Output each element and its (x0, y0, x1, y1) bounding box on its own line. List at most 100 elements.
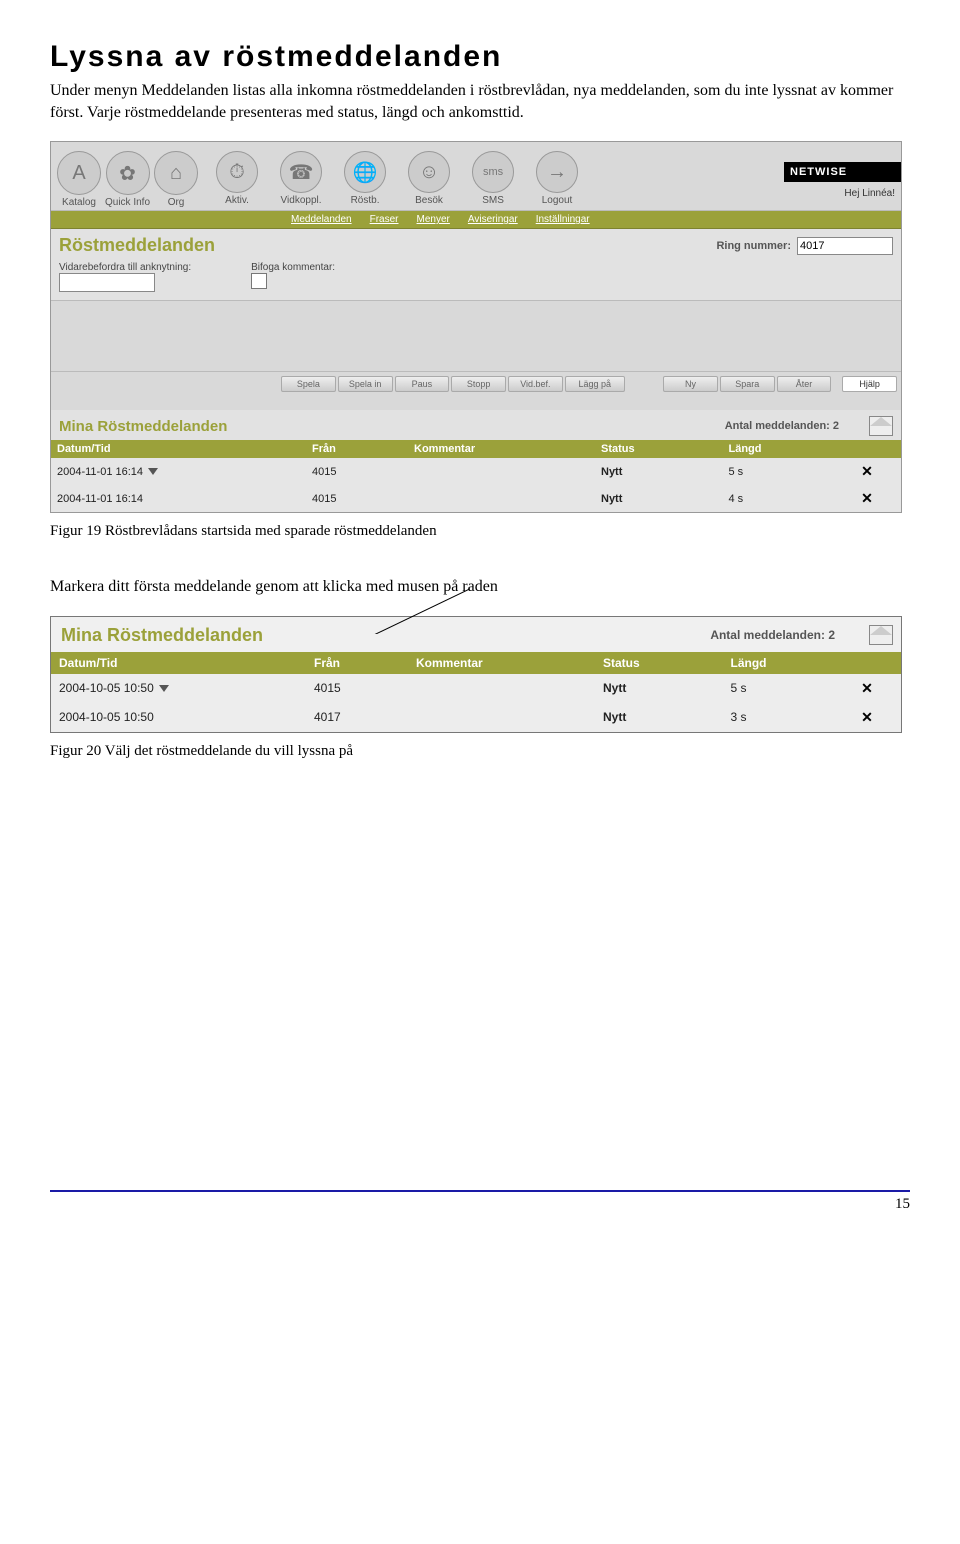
forward-ext-input[interactable] (59, 273, 155, 292)
btn-stopp[interactable]: Stopp (451, 376, 506, 392)
nav-quickinfo[interactable]: ✿ Quick Info (105, 151, 150, 208)
button-strip: Spela Spela in Paus Stopp Vid.bef. Lägg … (51, 372, 901, 410)
label: Quick Info (105, 197, 150, 208)
subnav-installningar[interactable]: Inställningar (536, 214, 590, 225)
section-title: Röstmeddelanden (59, 235, 215, 256)
attach-label: Bifoga kommentar: (251, 262, 335, 273)
attach-checkbox[interactable] (251, 273, 267, 289)
col-comment: Kommentar (408, 440, 595, 458)
org-icon: ⌂ (154, 151, 198, 195)
nav-vidkoppl[interactable]: ☎ Vidkoppl. (280, 151, 322, 206)
col-status: Status (595, 440, 723, 458)
empty-area (51, 301, 901, 372)
label: Logout (542, 195, 573, 206)
catalog-icon: A (57, 151, 101, 195)
nav-katalog[interactable]: A Katalog (57, 151, 101, 208)
ring-label: Ring nummer: (716, 240, 791, 252)
btn-spela-in[interactable]: Spela in (338, 376, 393, 392)
col-datetime: Datum/Tid (51, 652, 306, 674)
intro-paragraph: Under menyn Meddelanden listas alla inko… (50, 80, 910, 123)
btn-paus[interactable]: Paus (395, 376, 450, 392)
table-row[interactable]: 2004-10-05 10:50 4017 Nytt 3 s ✕ (51, 703, 901, 732)
subnav-meddelanden[interactable]: Meddelanden (291, 214, 352, 225)
subnav-fraser[interactable]: Fraser (370, 214, 399, 225)
brand-badge: NETWISE (784, 162, 901, 182)
cell-length: 5 s (723, 674, 834, 703)
btn-spara[interactable]: Spara (720, 376, 775, 392)
label: Katalog (62, 197, 96, 208)
cell-status: Nytt (595, 674, 723, 703)
table-row[interactable]: 2004-11-01 16:14 4015 Nytt 4 s ✕ (51, 485, 901, 512)
subnav-menyer[interactable]: Menyer (417, 214, 450, 225)
delete-icon[interactable]: ✕ (861, 709, 873, 725)
rostb-icon: 🌐 (344, 151, 386, 193)
col-datetime: Datum/Tid (51, 440, 306, 458)
nav-besok[interactable]: ☺ Besök (408, 151, 450, 206)
antal-text: Antal meddelanden: 2 (725, 420, 869, 432)
cell-comment (408, 485, 595, 512)
btn-spela[interactable]: Spela (281, 376, 336, 392)
ring-number-input[interactable] (797, 237, 893, 255)
label: Besök (415, 195, 443, 206)
nav-sms[interactable]: sms SMS (472, 151, 514, 206)
btn-ny[interactable]: Ny (663, 376, 718, 392)
expand-icon (148, 468, 158, 475)
cell-status: Nytt (595, 703, 723, 732)
figure-19-caption: Figur 19 Röstbrevlådans startsida med sp… (50, 523, 910, 540)
btn-laggpa[interactable]: Lägg på (565, 376, 625, 392)
expand-icon (159, 685, 169, 692)
table-row[interactable]: 2004-11-01 16:14 4015 Nytt 5 s ✕ (51, 458, 901, 485)
aktiv-icon: ⏱ (216, 151, 258, 193)
forward-row: Vidarebefordra till anknytning: Bifoga k… (51, 258, 901, 301)
mina-title: Mina Röstmeddelanden (59, 418, 227, 435)
label: Röstb. (351, 195, 380, 206)
label: Org (168, 197, 185, 208)
antal-text-2: Antal meddelanden: 2 (710, 628, 869, 642)
cell-datetime: 2004-10-05 10:50 (51, 703, 306, 732)
besok-icon: ☺ (408, 151, 450, 193)
app-screenshot-1: A Katalog ✿ Quick Info ⌂ Org ⏱ Aktiv. ☎ … (50, 141, 902, 513)
mina-bar: Mina Röstmeddelanden Antal meddelanden: … (51, 410, 901, 440)
btn-hjalp[interactable]: Hjälp (842, 376, 897, 392)
vidkoppl-icon: ☎ (280, 151, 322, 193)
cell-comment (408, 458, 595, 485)
quickinfo-icon: ✿ (106, 151, 150, 195)
btn-vidbef[interactable]: Vid.bef. (508, 376, 563, 392)
section-header: Röstmeddelanden Ring nummer: (51, 229, 901, 258)
logout-icon: → (536, 151, 578, 193)
app-screenshot-2: Mina Röstmeddelanden Antal meddelanden: … (50, 616, 902, 733)
delete-icon[interactable]: ✕ (861, 490, 873, 506)
cell-from: 4015 (306, 674, 408, 703)
delete-icon[interactable]: ✕ (861, 680, 873, 696)
nav-rostb[interactable]: 🌐 Röstb. (344, 151, 386, 206)
btn-ater[interactable]: Åter (777, 376, 832, 392)
col-from: Från (306, 440, 408, 458)
nav-logout[interactable]: → Logout (536, 151, 578, 206)
greeting-text: Hej Linnéa! (844, 188, 895, 199)
cell-comment (408, 674, 595, 703)
cell-status: Nytt (595, 458, 723, 485)
mina-bar-2: Mina Röstmeddelanden Antal meddelanden: … (51, 617, 901, 652)
sms-icon: sms (472, 151, 514, 193)
col-from: Från (306, 652, 408, 674)
messages-table-2: Datum/Tid Från Kommentar Status Längd 20… (51, 652, 901, 732)
delete-icon[interactable]: ✕ (861, 463, 873, 479)
col-length: Längd (723, 652, 834, 674)
cell-from: 4015 (306, 458, 408, 485)
subnav-aviseringar[interactable]: Aviseringar (468, 214, 518, 225)
cell-from: 4017 (306, 703, 408, 732)
page-number: 15 (50, 1192, 910, 1213)
cell-length: 5 s (723, 458, 834, 485)
label: SMS (482, 195, 504, 206)
table-row[interactable]: 2004-10-05 10:50 4015 Nytt 5 s ✕ (51, 674, 901, 703)
cell-datetime: 2004-10-05 10:50 (59, 681, 154, 695)
nav-org[interactable]: ⌂ Org (154, 151, 198, 208)
nav-aktiv[interactable]: ⏱ Aktiv. (216, 151, 258, 206)
label: Vidkoppl. (281, 195, 322, 206)
envelope-icon (869, 625, 893, 645)
messages-table: Datum/Tid Från Kommentar Status Längd 20… (51, 440, 901, 512)
topbar: A Katalog ✿ Quick Info ⌂ Org ⏱ Aktiv. ☎ … (51, 142, 901, 211)
forward-label: Vidarebefordra till anknytning: (59, 262, 191, 273)
subnav: Meddelanden Fraser Menyer Aviseringar In… (51, 211, 901, 229)
mina-title-2: Mina Röstmeddelanden (61, 625, 263, 646)
